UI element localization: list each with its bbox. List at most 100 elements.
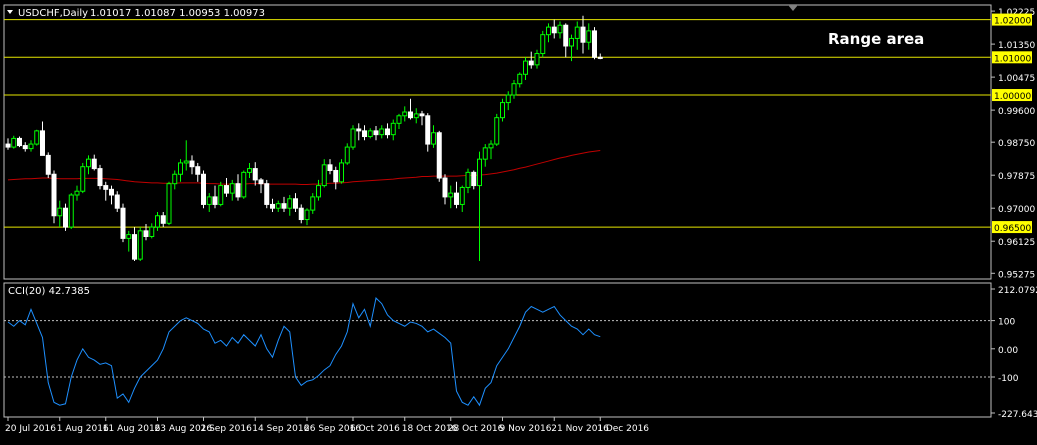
candle-body xyxy=(333,169,339,183)
candle[interactable] xyxy=(436,130,442,182)
time-tick-label: 20 Jul 2016 xyxy=(5,424,56,434)
candle[interactable] xyxy=(218,181,224,207)
candle-body xyxy=(465,171,471,188)
candle-body xyxy=(160,215,166,224)
candle-body xyxy=(534,53,540,66)
candle-body xyxy=(396,115,402,124)
candle-body xyxy=(304,209,310,221)
candle-body xyxy=(373,130,379,136)
candle-body xyxy=(166,183,172,224)
candle-body xyxy=(229,183,235,194)
time-tick-label: 1 Dec 2016 xyxy=(597,424,649,434)
candle[interactable] xyxy=(350,125,356,150)
candle[interactable] xyxy=(500,98,505,122)
candle-body xyxy=(436,132,442,179)
level-label: 1.00000 xyxy=(994,92,1031,102)
candle[interactable] xyxy=(63,203,68,231)
candle-body xyxy=(40,130,45,156)
trading-chart[interactable]: 1.02225 1.01350 1.00475 0.99600 0.98750 0.978… xyxy=(0,0,1037,441)
candle-body xyxy=(132,234,137,260)
candle-body xyxy=(563,24,569,47)
candle-body xyxy=(143,230,149,238)
time-tick-label: 9 Nov 2016 xyxy=(500,424,552,434)
candle-body xyxy=(109,188,114,196)
candle-body xyxy=(523,60,528,75)
cci-tick-label: 100 xyxy=(998,318,1015,328)
ohlc-readout: 1.01017 1.01087 1.00953 1.00973 xyxy=(90,8,265,19)
candle-body xyxy=(586,30,592,43)
candle[interactable] xyxy=(264,179,270,209)
candle[interactable] xyxy=(45,152,51,179)
candle-body xyxy=(310,196,316,211)
candle-body xyxy=(11,137,17,148)
time-tick-label: 11 Aug 2016 xyxy=(103,424,161,434)
candle-body xyxy=(494,117,500,145)
candle-body xyxy=(195,166,201,175)
candle-body xyxy=(350,128,356,148)
candle[interactable] xyxy=(540,30,546,58)
cci-title: CCI(20) 42.7385 xyxy=(8,286,90,297)
candle-body xyxy=(17,137,22,147)
candle[interactable] xyxy=(97,164,103,190)
candle-body xyxy=(126,234,132,239)
price-tick-label: 0.97875 xyxy=(998,172,1035,182)
candle-body xyxy=(51,173,57,217)
candle[interactable] xyxy=(120,203,126,243)
candle[interactable] xyxy=(339,159,344,184)
candle-body xyxy=(206,196,212,205)
candle-body xyxy=(114,194,120,209)
time-tick-label: 6 Oct 2016 xyxy=(350,424,400,434)
candle-body xyxy=(264,183,270,205)
candle[interactable] xyxy=(80,162,86,194)
candle-body xyxy=(408,111,413,119)
price-tick-label: 0.97000 xyxy=(998,205,1035,215)
candle-body xyxy=(442,177,448,198)
price-tick-label: 0.96125 xyxy=(998,238,1035,248)
candle-body xyxy=(241,171,247,198)
candle-body xyxy=(155,215,160,228)
price-tick-label: 0.95275 xyxy=(998,270,1035,280)
candle[interactable] xyxy=(17,136,22,148)
candle[interactable] xyxy=(68,193,74,229)
cci-tick-label: -100 xyxy=(998,374,1019,384)
candle-body xyxy=(293,198,298,209)
candle-body xyxy=(103,185,109,190)
candle-body xyxy=(471,171,477,187)
candle-body xyxy=(327,164,333,171)
candle[interactable] xyxy=(34,129,40,146)
candle-body xyxy=(528,60,534,66)
candle-body xyxy=(367,130,373,138)
candle-body xyxy=(281,203,287,209)
candle-body xyxy=(413,113,419,119)
candle-body xyxy=(316,185,321,198)
chart-canvas[interactable]: 1.022251.013501.004750.996000.987500.978… xyxy=(0,0,1037,441)
candle-body xyxy=(252,168,258,181)
candle[interactable] xyxy=(137,227,143,262)
candle-body xyxy=(431,132,436,145)
candle-body xyxy=(149,226,155,238)
cci-tick-label: 212.0792 xyxy=(998,286,1037,296)
candle[interactable] xyxy=(592,27,597,60)
candle-body xyxy=(597,56,603,59)
cci-tick-label: -227.6436 xyxy=(998,410,1037,420)
price-tick-label: 1.01350 xyxy=(998,41,1035,51)
candle[interactable] xyxy=(166,181,172,226)
level-label: 0.96500 xyxy=(994,224,1031,234)
candle-body xyxy=(45,154,51,175)
candle[interactable] xyxy=(201,170,206,209)
candle-body xyxy=(402,111,408,117)
candle-body xyxy=(482,147,488,160)
candle-body xyxy=(247,168,252,173)
candle[interactable] xyxy=(51,170,57,224)
symbol-timeframe: USDCHF,Daily xyxy=(18,8,88,19)
candle-body xyxy=(57,207,63,217)
cci-tick-label: 0.00 xyxy=(998,346,1018,356)
candle-body xyxy=(201,173,206,205)
candle-body xyxy=(419,113,425,117)
candle[interactable] xyxy=(494,113,500,146)
candle-body xyxy=(546,26,551,36)
candle[interactable] xyxy=(241,170,247,199)
candle-body xyxy=(298,207,304,221)
candle-body xyxy=(517,73,523,85)
candle-body xyxy=(74,190,80,196)
